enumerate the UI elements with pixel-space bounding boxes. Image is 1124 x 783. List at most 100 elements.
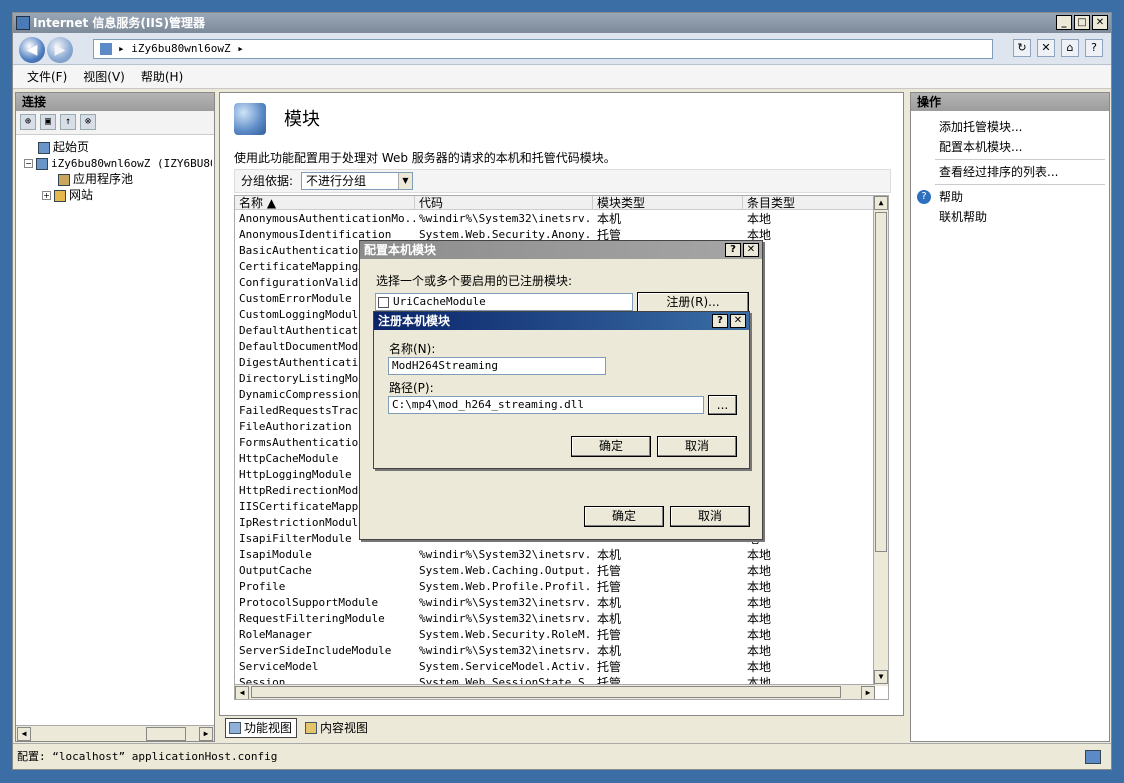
chevron-down-icon[interactable]: ▼ [398,173,412,189]
menu-file[interactable]: 文件(F) [27,65,67,88]
address-bar[interactable]: ▸ iZy6bu80wnl6owZ ▸ [93,39,993,59]
view-tabs: 功能视图 内容视图 [225,718,373,740]
window-title: Internet 信息服务(IIS)管理器 [33,16,205,30]
cancel-button[interactable]: 取消 [657,436,737,457]
scroll-left-icon[interactable]: ◀ [17,727,31,741]
cell-module-type: 托管 [597,660,622,674]
grid-hscrollbar[interactable]: ◀ ▶ [235,684,875,699]
scroll-thumb[interactable] [146,727,186,741]
cell-code: System.ServiceModel.Activ... [419,660,593,673]
browse-button[interactable]: ... [708,395,737,415]
register-button[interactable]: 注册(R)... [637,292,749,313]
table-row[interactable]: RoleManager System.Web.Security.RoleM... 托… [235,627,875,643]
cell-name: AnonymousAuthenticationMo... [239,212,415,225]
help-icon: ? [917,190,931,204]
save-icon[interactable]: ▣ [40,114,56,130]
home-icon[interactable]: ⌂ [1061,39,1079,57]
tree-item-server[interactable]: − iZy6bu80wnl6owZ (IZY6BU80W [18,155,212,171]
hscroll-thumb[interactable] [251,686,841,698]
table-row[interactable]: ServiceModel System.ServiceModel.Activ...… [235,659,875,675]
divider [935,159,1105,160]
action-add-managed-module[interactable]: 添加托管模块... [911,117,1109,137]
cell-name: ServerSideIncludeModule [239,644,392,657]
tree-item-app-pools[interactable]: 应用程序池 [18,171,212,187]
tree-item-label: 起始页 [53,140,90,154]
module-checkbox[interactable] [378,297,389,308]
disconnect-icon[interactable]: ⊗ [80,114,96,130]
up-icon[interactable]: ↑ [60,114,76,130]
vscroll-thumb[interactable] [875,212,887,552]
close-button[interactable]: ✕ [730,314,746,328]
cell-module-type: 本机 [597,644,622,658]
tree-item-start-page[interactable]: 起始页 [18,139,212,155]
registered-modules-list[interactable]: UriCacheModule [375,293,633,311]
module-name-field[interactable]: ModH264Streaming [388,357,606,375]
column-header-name[interactable]: 名称 ▲ [235,196,415,210]
cell-entry-type: 本地 [747,660,772,674]
menu-help[interactable]: 帮助(H) [141,65,183,88]
tab-label: 内容视图 [320,721,369,735]
help-button[interactable]: ? [712,314,728,328]
close-button[interactable]: ✕ [1092,15,1108,30]
ok-button[interactable]: 确定 [571,436,651,457]
tab-content-view[interactable]: 内容视图 [301,718,373,738]
column-header-entry-type[interactable]: 条目类型 [743,196,875,210]
action-online-help[interactable]: 联机帮助 [911,207,1109,227]
dialog-title: 配置本机模块 [364,243,437,257]
connections-hscrollbar[interactable]: ◀ ▶ [16,725,214,741]
scroll-right-icon[interactable]: ▶ [861,686,875,699]
back-button[interactable]: ◀ [19,37,45,63]
close-button[interactable]: ✕ [743,243,759,257]
group-by-select[interactable]: 不进行分组 ▼ [301,172,413,190]
table-row[interactable]: Profile System.Web.Profile.Profil... 托管 本地 [235,579,875,595]
stop-icon[interactable]: ✕ [1037,39,1055,57]
maximize-button[interactable]: □ [1074,15,1090,30]
scroll-left-icon[interactable]: ◀ [235,686,249,699]
table-row[interactable]: RequestFilteringModule %windir%\System32\… [235,611,875,627]
cell-module-type: 本机 [597,612,622,626]
forward-button[interactable]: ▶ [47,37,73,63]
column-header-module-type[interactable]: 模块类型 [593,196,743,210]
help-button[interactable]: ? [725,243,741,257]
name-label: 名称(N): [389,342,436,356]
column-header-code[interactable]: 代码 [415,196,593,210]
cell-code: System.Web.Profile.Profil... [419,580,593,593]
module-name: UriCacheModule [393,295,486,308]
connections-header: 连接 [16,93,214,111]
actions-header: 操作 [911,93,1109,111]
address-separator: ▸ [118,42,125,55]
tree-item-label: 应用程序池 [73,172,134,186]
expand-icon[interactable]: + [42,191,51,200]
collapse-icon[interactable]: − [24,159,33,168]
table-row[interactable]: ProtocolSupportModule %windir%\System32\i… [235,595,875,611]
table-row[interactable]: AnonymousAuthenticationMo... %windir%\Sys… [235,211,875,227]
table-row[interactable]: OutputCache System.Web.Caching.Output... 托… [235,563,875,579]
action-configure-native-modules[interactable]: 配置本机模块... [911,137,1109,157]
tab-features-view[interactable]: 功能视图 [225,718,298,738]
refresh-icon[interactable]: ↻ [1013,39,1031,57]
app-pool-icon [58,173,70,186]
action-help[interactable]: ? 帮助 [911,187,1109,207]
tree-item-sites[interactable]: + 网站 [18,187,212,203]
scroll-up-icon[interactable]: ▲ [874,196,888,210]
table-row[interactable]: IsapiModule %windir%\System32\inetsrv... 本… [235,547,875,563]
minimize-button[interactable]: _ [1056,15,1072,30]
scroll-right-icon[interactable]: ▶ [199,727,213,741]
cell-name: IsapiModule [239,548,312,561]
address-separator-end: ▸ [237,42,244,55]
scroll-down-icon[interactable]: ▼ [874,670,888,684]
cell-entry-type: 本地 [747,596,772,610]
breadcrumb-server[interactable]: iZy6bu80wnl6owZ [131,42,230,55]
grid-vscrollbar[interactable]: ▲ ▼ [873,196,888,686]
cell-entry-type: 本地 [747,628,772,642]
menu-view[interactable]: 视图(V) [83,65,125,88]
connect-icon[interactable]: ⊕ [20,114,36,130]
cancel-button[interactable]: 取消 [670,506,750,527]
ok-button[interactable]: 确定 [584,506,664,527]
iis-app-icon [16,16,30,30]
module-path-field[interactable]: C:\mp4\mod_h264_streaming.dll [388,396,704,414]
table-row[interactable]: ServerSideIncludeModule %windir%\System32… [235,643,875,659]
help-icon[interactable]: ? [1085,39,1103,57]
connections-pane: 连接 ⊕ ▣ ↑ ⊗ 起始页 − iZy6bu80wnl6owZ (IZY6BU8… [15,92,215,742]
action-view-ordered-list[interactable]: 查看经过排序的列表... [911,162,1109,182]
